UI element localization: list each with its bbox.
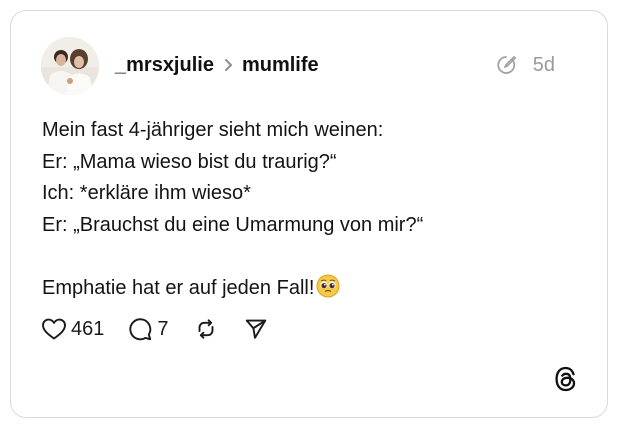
heart-icon (42, 318, 66, 340)
community-name[interactable]: mumlife (242, 54, 319, 77)
post-meta: 5d (495, 51, 555, 79)
reply-button[interactable]: 7 (127, 316, 169, 342)
chevron-right-icon (224, 58, 233, 72)
post-line: Ich: *erkläre ihm wieso* (42, 182, 251, 204)
post-line: Er: „Brauchst du eine Umarmung von mir?“ (42, 213, 424, 236)
post-header: _mrsxjulie mumlife (115, 51, 319, 79)
like-button[interactable]: 461 (41, 317, 104, 341)
avatar[interactable] (41, 37, 99, 95)
post-line-last: Emphatie hat er auf jeden Fall! (42, 273, 423, 305)
repost-button[interactable] (194, 317, 218, 341)
post-text: Mein fast 4-jähriger sieht mich weinen: … (42, 115, 423, 304)
post-line: Emphatie hat er auf jeden Fall! (42, 276, 315, 299)
author-name[interactable]: _mrsxjulie (115, 54, 214, 77)
post-line: Er: „Mama wieso bist du traurig?“ (42, 150, 337, 173)
avatar-photo (41, 37, 99, 95)
like-count: 461 (71, 317, 105, 340)
action-bar: 461 7 (41, 313, 268, 345)
comment-icon (129, 318, 152, 341)
share-button[interactable] (244, 317, 268, 341)
repost-icon (198, 319, 213, 339)
post-card[interactable]: _mrsxjulie mumlife 5d Mein fast 4-jährig… (10, 10, 608, 418)
post-age: 5d (532, 53, 555, 76)
edited-clock-icon (495, 54, 517, 76)
share-icon (245, 319, 266, 339)
pleading-face-emoji (316, 274, 340, 309)
threads-logo-icon[interactable] (553, 365, 579, 393)
reply-count: 7 (157, 317, 169, 340)
post-line: Mein fast 4-jähriger sieht mich weinen: (42, 119, 384, 141)
post-line-empty (42, 241, 423, 273)
